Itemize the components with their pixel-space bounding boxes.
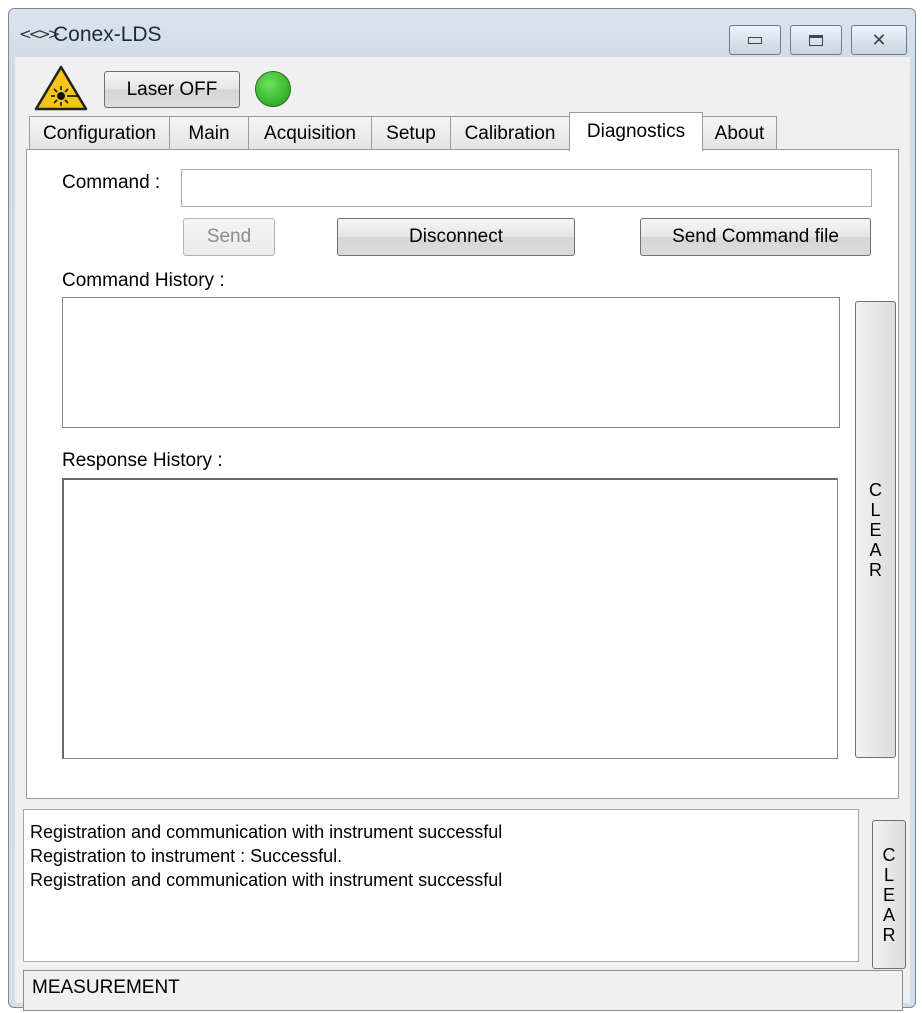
clear-letter: C: [869, 479, 882, 500]
clear-letter: E: [869, 519, 882, 540]
tab-main[interactable]: Main: [169, 116, 249, 150]
minimize-button[interactable]: [729, 25, 781, 55]
clear-letter: A: [882, 904, 895, 925]
clear-letter: L: [870, 499, 881, 520]
tab-calibration[interactable]: Calibration: [450, 116, 570, 150]
clear-log-button[interactable]: C L E A R: [872, 820, 906, 969]
tab-diagnostics[interactable]: Diagnostics: [569, 112, 703, 151]
tab-configuration[interactable]: Configuration: [29, 116, 170, 150]
clear-letter: C: [882, 844, 896, 865]
status-bar: MEASUREMENT: [23, 970, 903, 1011]
title-bar[interactable]: <<>> Conex-LDS ✕: [9, 9, 915, 57]
laser-warning-icon: [34, 65, 88, 111]
response-history-list[interactable]: [62, 478, 838, 759]
client-area: Laser OFF Configuration Main Acquisition…: [15, 57, 910, 1011]
close-icon: ✕: [871, 29, 887, 51]
clear-letter: A: [869, 539, 882, 560]
diagnostics-panel: Command : Send Disconnect Send Command f…: [26, 149, 899, 799]
status-led-indicator: [255, 71, 291, 107]
send-command-file-button[interactable]: Send Command file: [640, 218, 871, 256]
command-input[interactable]: [181, 169, 872, 207]
log-line: Registration and communication with inst…: [30, 822, 503, 842]
clear-letter: E: [882, 884, 895, 905]
log-line: Registration and communication with inst…: [30, 870, 503, 890]
minimize-icon: [748, 36, 762, 44]
app-window: <<>> Conex-LDS ✕ Laser OFF Configuration…: [8, 8, 916, 1011]
laser-toggle-button[interactable]: Laser OFF: [104, 71, 240, 108]
tab-acquisition[interactable]: Acquisition: [248, 116, 372, 150]
command-label: Command :: [62, 172, 161, 193]
log-line: Registration to instrument : Successful.: [30, 846, 343, 866]
tab-setup[interactable]: Setup: [371, 116, 451, 150]
message-log[interactable]: Registration and communication with inst…: [23, 809, 859, 962]
conex-logo-icon: <<>>: [19, 25, 60, 43]
close-button[interactable]: ✕: [851, 25, 907, 55]
window-title: Conex-LDS: [53, 23, 162, 46]
maximize-icon: [809, 34, 823, 46]
status-text: MEASUREMENT: [32, 977, 180, 998]
send-button[interactable]: Send: [183, 218, 275, 256]
maximize-button[interactable]: [790, 25, 842, 55]
clear-letter: R: [869, 559, 882, 580]
clear-letter: R: [882, 924, 896, 945]
clear-letter: L: [883, 864, 894, 885]
clear-history-button[interactable]: C L E A R: [855, 301, 896, 758]
response-history-label: Response History :: [62, 450, 223, 471]
command-history-label: Command History :: [62, 270, 225, 291]
disconnect-button[interactable]: Disconnect: [337, 218, 575, 256]
command-history-list[interactable]: [62, 297, 840, 428]
tab-about[interactable]: About: [702, 116, 777, 150]
